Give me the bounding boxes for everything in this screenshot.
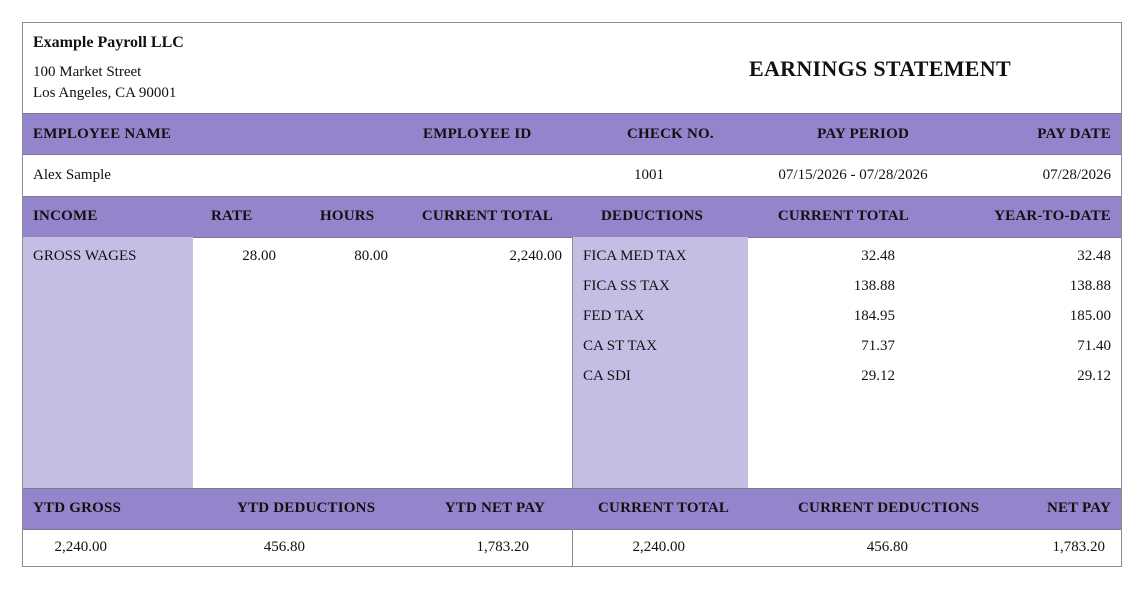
rate-header: RATE [211, 208, 253, 224]
company-address-line1: 100 Market Street [33, 64, 142, 80]
ytd-net-pay-value: 1,783.20 [476, 539, 530, 555]
income-hours: 80.00 [354, 248, 388, 264]
deduction-ytd: 71.40 [1077, 338, 1111, 354]
deductions-header: DEDUCTIONS [601, 208, 704, 224]
ytd-deductions-value: 456.80 [263, 539, 305, 555]
check-no-value: 1001 [634, 167, 664, 183]
deduction-current: 29.12 [861, 368, 895, 384]
deduction-label: CA ST TAX [583, 338, 658, 354]
employee-name-header: EMPLOYEE NAME [33, 126, 172, 142]
deduction-label: CA SDI [583, 368, 631, 384]
income-header: INCOME [33, 208, 98, 224]
check-no-header: CHECK NO. [627, 126, 714, 142]
pay-date-header: PAY DATE [1037, 126, 1111, 142]
statement-title: EARNINGS STATEMENT [749, 56, 1011, 81]
pay-period-header: PAY PERIOD [817, 126, 909, 142]
deduction-ytd: 138.88 [1069, 278, 1111, 294]
deduction-current: 71.37 [861, 338, 895, 354]
deduction-current: 138.88 [853, 278, 895, 294]
income-label: GROSS WAGES [33, 248, 137, 264]
deduction-label: FED TAX [583, 308, 645, 324]
employee-id-header: EMPLOYEE ID [423, 126, 532, 142]
detail-divider [572, 237, 573, 488]
company-name: Example Payroll LLC [33, 34, 184, 51]
income-current-total-header: CURRENT TOTAL [421, 208, 553, 224]
earnings-statement: Example Payroll LLC 100 Market Street Lo… [22, 22, 1122, 567]
deduction-label: FICA SS TAX [583, 278, 670, 294]
ytd-gross-value: 2,240.00 [54, 539, 108, 555]
ytd-net-pay-header: YTD NET PAY [444, 500, 545, 516]
deduction-current: 184.95 [853, 308, 895, 324]
current-deductions-value: 456.80 [866, 539, 908, 555]
company-address-line2: Los Angeles, CA 90001 [33, 85, 177, 101]
net-pay-header: NET PAY [1046, 500, 1111, 516]
ytd-gross-header: YTD GROSS [33, 500, 122, 516]
income-label-column-shade [23, 237, 193, 488]
deduction-current: 32.48 [861, 248, 895, 264]
income-rate: 28.00 [242, 248, 276, 264]
deduction-label-column-shade [573, 237, 748, 488]
deduction-ytd: 185.00 [1069, 308, 1111, 324]
deduction-label: FICA MED TAX [583, 248, 687, 264]
deductions-current-total-header: CURRENT TOTAL [777, 208, 909, 224]
employee-name-value: Alex Sample [33, 167, 111, 183]
year-to-date-header: YEAR-TO-DATE [994, 208, 1111, 224]
net-pay-value: 1,783.20 [1052, 539, 1106, 555]
pay-date-value: 07/28/2026 [1042, 167, 1111, 183]
current-total-header: CURRENT TOTAL [598, 500, 730, 516]
income-current-total: 2,240.00 [509, 248, 563, 264]
deduction-ytd: 29.12 [1077, 368, 1111, 384]
current-total-value: 2,240.00 [632, 539, 686, 555]
deduction-ytd: 32.48 [1077, 248, 1111, 264]
